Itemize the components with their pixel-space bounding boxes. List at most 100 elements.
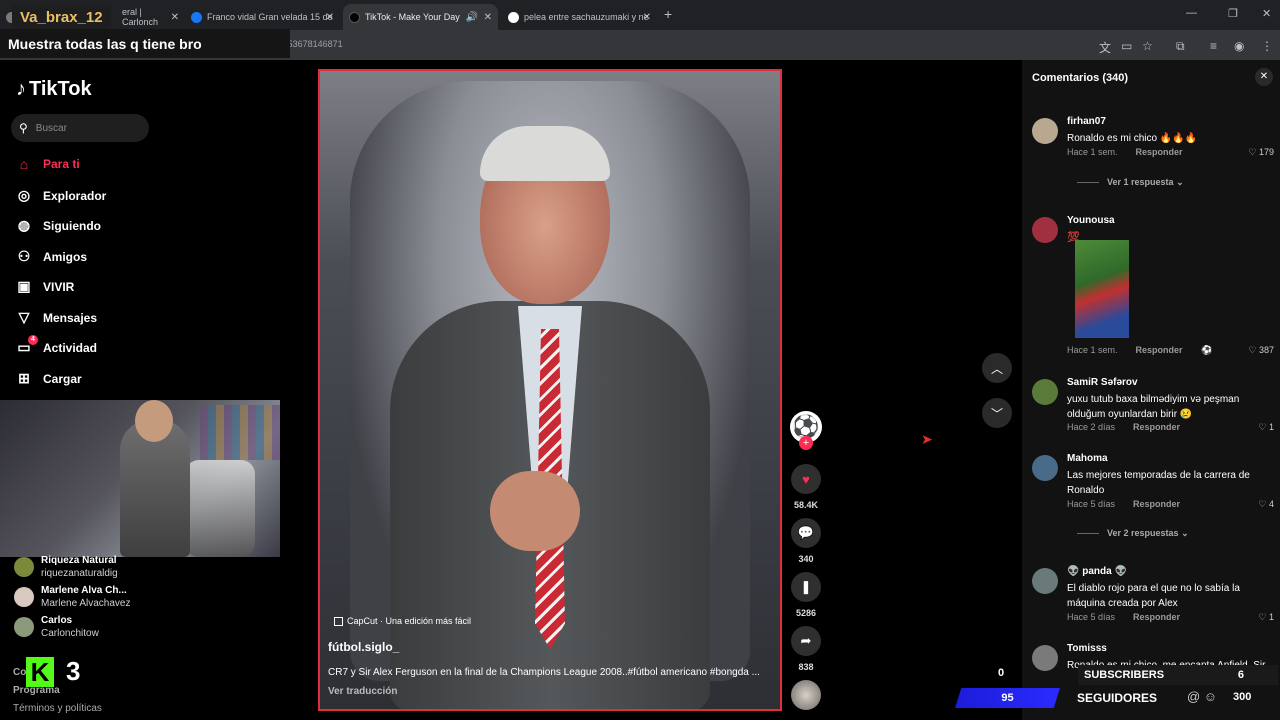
- comments-panel: Comentarios (340) ✕ firhan07 Ronaldo es …: [1022, 60, 1280, 720]
- following-account[interactable]: Marlene Alva Ch... Marlene Alvachavez: [14, 585, 131, 610]
- kick-logo-icon: K: [26, 656, 54, 687]
- comment-meta: Hace 1 sem. Responder ⚽: [1067, 345, 1212, 356]
- capcut-label: CapCut · Una edición más fácil: [347, 616, 472, 626]
- nav-vivir[interactable]: ▣ VIVIR: [15, 278, 74, 295]
- audio-icon[interactable]: 🔊: [466, 12, 478, 23]
- music-disc-icon[interactable]: [791, 680, 821, 710]
- nav-cargar[interactable]: ⊞ Cargar: [15, 370, 82, 387]
- comment-user[interactable]: 👽 panda 👽: [1067, 566, 1127, 577]
- search-icon: ⚲: [19, 121, 28, 135]
- nav-siguiendo[interactable]: ◍ Siguiendo: [15, 217, 101, 234]
- capcut-tag[interactable]: CapCut · Una edición más fácil: [334, 616, 471, 626]
- account-username: Marlene Alvachavez: [41, 598, 131, 609]
- avatar[interactable]: [1032, 217, 1058, 243]
- previous-video-button[interactable]: ︿: [982, 353, 1012, 383]
- nav-label: Explorador: [43, 188, 107, 203]
- share-count: 838: [798, 662, 814, 672]
- new-tab-button[interactable]: +: [664, 6, 672, 22]
- avatar: [14, 617, 34, 637]
- bookmark-star-icon[interactable]: ☆: [1142, 39, 1153, 53]
- reply-button[interactable]: Responder: [1133, 499, 1180, 509]
- comment-like-button[interactable]: ♡ 4: [1258, 499, 1274, 510]
- close-tab-icon[interactable]: ✕: [326, 12, 334, 23]
- browser-tab-bar: eral | Carlonch ✕ Franco vidal Gran vela…: [0, 0, 1280, 30]
- avatar[interactable]: [1032, 455, 1058, 481]
- nav-para-ti[interactable]: ⌂ Para ti: [15, 156, 80, 172]
- tab-tiktok[interactable]: TikTok - Make Your Day 🔊 ✕: [343, 4, 498, 30]
- media-icon[interactable]: ≡: [1210, 39, 1217, 53]
- chevron-down-icon: ⌄: [1181, 528, 1189, 538]
- video-author[interactable]: fútbol.siglo_: [328, 640, 399, 654]
- comment-user[interactable]: Mahoma: [1067, 453, 1108, 464]
- avatar[interactable]: [1032, 118, 1058, 144]
- video-player[interactable]: CapCut · Una edición más fácil fútbol.si…: [318, 69, 782, 711]
- profile-icon[interactable]: ◉: [1234, 39, 1244, 53]
- search-input[interactable]: ⚲ Buscar: [11, 114, 149, 142]
- share-button[interactable]: ➦ 838: [791, 626, 821, 672]
- like-button[interactable]: ♥ 58.4K: [791, 464, 821, 510]
- tiktok-logo[interactable]: ♪ TikTok: [16, 78, 92, 101]
- reply-button[interactable]: Responder: [1133, 422, 1180, 432]
- next-video-button[interactable]: ﹀: [982, 398, 1012, 428]
- followers-progress: 95: [955, 688, 1060, 708]
- comment-time: Hace 2 días: [1067, 422, 1116, 432]
- nav-amigos[interactable]: ⚇ Amigos: [15, 248, 87, 265]
- maximize-icon[interactable]: ❐: [1228, 7, 1238, 20]
- reply-button[interactable]: Responder: [1136, 345, 1183, 355]
- close-tab-icon[interactable]: ✕: [171, 12, 179, 23]
- close-tab-icon[interactable]: ✕: [643, 12, 651, 23]
- nav-actividad[interactable]: ▭ 4 Actividad: [15, 335, 97, 356]
- followers-value: 300: [1233, 691, 1252, 703]
- nav-label: Para ti: [43, 157, 80, 171]
- comment-like-button[interactable]: ♡ 1: [1258, 612, 1274, 623]
- reply-button[interactable]: Responder: [1136, 147, 1183, 157]
- avatar[interactable]: [1032, 568, 1058, 594]
- comment-like-button[interactable]: ♡ 1: [1258, 422, 1274, 433]
- comment-like-count: 1: [1268, 612, 1274, 622]
- cast-icon[interactable]: ▭: [1121, 39, 1132, 53]
- activity-badge: 4: [28, 335, 38, 345]
- comment-button[interactable]: 💬 340: [791, 518, 821, 564]
- avatar[interactable]: [1032, 645, 1058, 671]
- view-replies-button[interactable]: Ver 2 respuestas ⌄: [1077, 528, 1189, 539]
- view-replies-button[interactable]: Ver 1 respuesta ⌄: [1077, 177, 1184, 188]
- comment-image[interactable]: [1075, 240, 1129, 338]
- comment-like-button[interactable]: ♡ 179: [1248, 147, 1274, 158]
- comment-user[interactable]: SamiR Səfərov: [1067, 377, 1138, 388]
- chevron-down-icon: ﹀: [990, 406, 1003, 421]
- minimize-icon[interactable]: —: [1186, 7, 1197, 19]
- comment-like-count: 4: [1268, 499, 1274, 509]
- chevron-up-icon: ︿: [990, 361, 1003, 376]
- following-account[interactable]: Carlos Carlonchitow: [14, 615, 99, 640]
- close-comments-icon[interactable]: ✕: [1255, 68, 1273, 86]
- comment-user[interactable]: Younousa: [1067, 215, 1115, 226]
- search-placeholder: Buscar: [35, 122, 67, 134]
- tab-pelea[interactable]: pelea entre sachauzumaki y ne ✕: [502, 4, 657, 30]
- comment-time: Hace 5 días: [1067, 499, 1116, 509]
- webcam-chair: [185, 460, 255, 557]
- save-button[interactable]: ❚ 5286: [791, 572, 821, 618]
- comment-like-button[interactable]: ♡ 387: [1248, 345, 1274, 356]
- comment-icon: 💬: [791, 518, 821, 548]
- menu-icon[interactable]: ⋮: [1261, 39, 1273, 53]
- mouse-cursor-icon: ➤: [921, 431, 933, 447]
- comment-text: yuxu tutub baxa bilmədiyim və peşman old…: [1067, 394, 1240, 420]
- comment-user[interactable]: firhan07: [1067, 116, 1106, 127]
- comment-user[interactable]: Tomisss: [1067, 643, 1107, 654]
- extensions-icon[interactable]: ⧉: [1176, 39, 1185, 54]
- mention-emoji-icon[interactable]: @ ☺: [1187, 689, 1217, 704]
- close-tab-icon[interactable]: ✕: [484, 12, 492, 23]
- window-close-icon[interactable]: ✕: [1262, 7, 1271, 20]
- following-account[interactable]: Riqueza Natural riquezanaturaldig: [14, 555, 118, 580]
- tab-franco-vidal[interactable]: Franco vidal Gran velada 15 de ✕: [185, 4, 340, 30]
- tiktok-favicon-icon: [349, 11, 360, 23]
- translate-link[interactable]: Ver traducción: [328, 686, 397, 697]
- nav-explorador[interactable]: ◎ Explorador: [15, 187, 106, 204]
- follow-plus-icon[interactable]: +: [799, 436, 813, 450]
- footer-link[interactable]: Términos y políticas: [13, 703, 102, 714]
- translate-icon[interactable]: 文: [1099, 39, 1111, 56]
- avatar[interactable]: [1032, 379, 1058, 405]
- reply-button[interactable]: Responder: [1133, 612, 1180, 622]
- nav-mensajes[interactable]: ▽ Mensajes: [15, 309, 97, 326]
- view-replies-label: Ver 1 respuesta: [1107, 177, 1174, 187]
